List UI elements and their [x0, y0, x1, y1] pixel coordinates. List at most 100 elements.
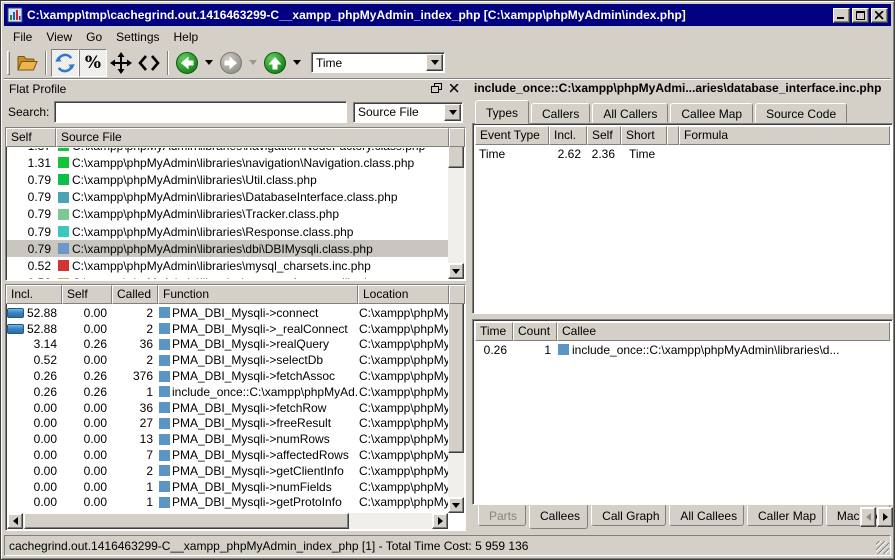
column-header-short[interactable]: Short: [621, 126, 667, 145]
function-row[interactable]: 0.000.0013PMA_DBI_Mysqli->numRowsC:\xamp…: [7, 431, 448, 447]
column-header-self[interactable]: Self: [62, 285, 112, 304]
function-row[interactable]: 0.000.007PMA_DBI_Mysqli->affectedRowsC:\…: [7, 447, 448, 463]
menu-item-go[interactable]: Go: [79, 28, 109, 46]
function-row[interactable]: 0.260.26376PMA_DBI_Mysqli->fetchAssocC:\…: [7, 368, 448, 384]
column-header-source-file[interactable]: Source File: [56, 128, 449, 147]
tab-caller-map[interactable]: Caller Map: [747, 505, 823, 526]
function-row[interactable]: 0.000.001PMA_DBI_Mysqli->getProtoInfoC:\…: [7, 495, 448, 511]
column-header-self[interactable]: Self: [587, 126, 621, 145]
source-file-row[interactable]: 0.79C:\xampp\phpMyAdmin\libraries\dbi\DB…: [7, 240, 448, 257]
column-header-incl[interactable]: Incl.: [549, 126, 587, 145]
dock-move-button[interactable]: [107, 49, 135, 77]
vertical-scrollbar[interactable]: [448, 129, 464, 279]
title-bar[interactable]: C:\xampp\tmp\cachegrind.out.1416463299-C…: [4, 4, 891, 26]
location-cell: C:\xampp\phpMy: [359, 401, 448, 415]
tab-scroll-right-button[interactable]: [877, 507, 893, 527]
group-by-combo[interactable]: Source File: [353, 102, 463, 123]
function-row[interactable]: 52.880.002PMA_DBI_Mysqli->connectC:\xamp…: [7, 305, 448, 321]
horizontal-scrollbar[interactable]: [7, 513, 448, 529]
group-color-icon: [58, 278, 69, 279]
resize-grip[interactable]: [876, 541, 889, 554]
column-header-time[interactable]: Time: [475, 322, 513, 341]
source-file-row[interactable]: 0.79C:\xampp\phpMyAdmin\libraries\Util.c…: [7, 171, 448, 188]
tab-all-callees[interactable]: All Callees: [669, 505, 744, 526]
chevron-down-icon: [431, 60, 439, 65]
column-header-incl[interactable]: Incl.: [6, 285, 62, 304]
scrollbar-thumb[interactable]: [448, 146, 464, 168]
up-button[interactable]: [261, 49, 289, 77]
source-file-row[interactable]: 0.52C:\xampp\phpMyAdmin\libraries\user_p…: [7, 275, 448, 280]
callee-row[interactable]: 0.261include_once::C:\xampp\phpMyAdmin\l…: [475, 341, 890, 358]
tab-call-graph[interactable]: Call Graph: [591, 505, 666, 526]
column-header-callee[interactable]: Callee: [557, 322, 890, 341]
relative-percent-button[interactable]: %: [79, 49, 107, 77]
cycle-groups-button[interactable]: [51, 49, 79, 77]
function-name: PMA_DBI_Mysqli->_realConnect: [172, 322, 348, 336]
source-file-row[interactable]: 0.79C:\xampp\phpMyAdmin\libraries\Respon…: [7, 223, 448, 240]
function-row[interactable]: 0.000.001PMA_DBI_Mysqli->numFieldsC:\xam…: [7, 479, 448, 495]
tab-types[interactable]: Types: [475, 100, 529, 124]
maximize-button[interactable]: [852, 8, 869, 23]
scroll-down-button[interactable]: [448, 263, 464, 279]
source-file-row[interactable]: 1.31C:\xampp\phpMyAdmin\libraries\naviga…: [7, 154, 448, 171]
scrollbar-thumb[interactable]: [448, 303, 464, 453]
menu-item-help[interactable]: Help: [167, 28, 206, 46]
function-color-icon: [159, 323, 170, 334]
forward-history-dropdown[interactable]: [249, 60, 257, 65]
menu-item-settings[interactable]: Settings: [109, 28, 166, 46]
tab-all-callers[interactable]: All Callers: [592, 103, 668, 123]
search-input[interactable]: [54, 101, 347, 123]
column-header-location[interactable]: Location: [358, 285, 449, 304]
source-file-row[interactable]: 0.52C:\xampp\phpMyAdmin\libraries\mysql_…: [7, 257, 448, 274]
minimize-button[interactable]: [833, 8, 850, 23]
vertical-scrollbar[interactable]: [448, 286, 464, 513]
tab-callee-map[interactable]: Callee Map: [670, 103, 753, 123]
back-history-dropdown[interactable]: [205, 60, 213, 65]
incl-cost-value: 0.00: [7, 416, 63, 430]
forward-button[interactable]: [217, 49, 245, 77]
source-file-row[interactable]: 0.79C:\xampp\phpMyAdmin\libraries\Databa…: [7, 189, 448, 206]
tab-source-code[interactable]: Source Code: [755, 103, 847, 123]
tab-callers[interactable]: Callers: [531, 103, 590, 123]
back-button[interactable]: [173, 49, 201, 77]
tab-callees[interactable]: Callees: [529, 505, 588, 529]
combo-dropdown-button[interactable]: [426, 54, 443, 71]
event-type-combo[interactable]: Time: [311, 52, 445, 73]
group-color-icon: [58, 260, 69, 271]
menu-item-view[interactable]: View: [39, 28, 79, 46]
status-text: cachegrind.out.1416463299-C__xampp_phpMy…: [9, 539, 528, 553]
combo-dropdown-button[interactable]: [444, 104, 461, 121]
source-file-row[interactable]: 0.79C:\xampp\phpMyAdmin\libraries\Tracke…: [7, 206, 448, 223]
scroll-right-button[interactable]: [432, 513, 448, 529]
event-type-row[interactable]: Time2.622.36Time: [475, 145, 890, 162]
column-header-self[interactable]: Self: [6, 128, 56, 147]
horizontal-resize-icon: [138, 55, 160, 71]
scroll-down-button[interactable]: [448, 497, 464, 513]
function-row[interactable]: 52.880.002PMA_DBI_Mysqli->_realConnectC:…: [7, 321, 448, 337]
column-header-blank[interactable]: [667, 126, 679, 145]
function-row[interactable]: 0.260.261include_once::C:\xampp\phpMyAd.…: [7, 384, 448, 400]
function-row[interactable]: 0.000.002PMA_DBI_Mysqli->getClientInfoC:…: [7, 463, 448, 479]
tab-scroll-left-button[interactable]: [860, 507, 876, 527]
toolbar-handle[interactable]: [7, 51, 10, 75]
open-file-button[interactable]: [13, 49, 41, 77]
up-history-dropdown[interactable]: [293, 60, 301, 65]
incl-cost-value: 0.00: [7, 495, 63, 509]
dock-close-button[interactable]: [447, 82, 462, 96]
scrollbar-thumb[interactable]: [24, 513, 349, 529]
scroll-left-button[interactable]: [7, 513, 23, 529]
column-header-called[interactable]: Called: [112, 285, 158, 304]
column-header-function[interactable]: Function: [158, 285, 358, 304]
column-header-event-type[interactable]: Event Type: [475, 126, 549, 145]
column-header-count[interactable]: Count: [513, 322, 557, 341]
function-color-icon: [159, 450, 170, 461]
function-row[interactable]: 0.000.0036PMA_DBI_Mysqli->fetchRowC:\xam…: [7, 400, 448, 416]
close-button[interactable]: [871, 8, 888, 23]
column-header-formula[interactable]: Formula: [679, 126, 890, 145]
dock-float-button[interactable]: [429, 82, 444, 96]
function-row[interactable]: 0.520.002PMA_DBI_Mysqli->selectDbC:\xamp…: [7, 352, 448, 368]
function-row[interactable]: 0.000.0027PMA_DBI_Mysqli->freeResultC:\x…: [7, 416, 448, 432]
menu-item-file[interactable]: File: [6, 28, 39, 46]
expand-collapse-button[interactable]: [135, 49, 163, 77]
function-row[interactable]: 3.140.2636PMA_DBI_Mysqli->realQueryC:\xa…: [7, 337, 448, 353]
